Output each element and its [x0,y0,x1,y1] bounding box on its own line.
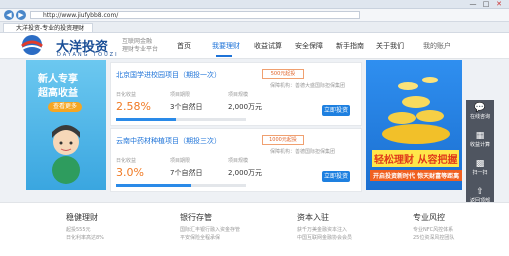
scale-label: 项目规模 [228,92,249,98]
feature-desc-line: 平安保险全程承保 [180,235,221,241]
progress-fill [116,184,191,187]
invest-now-button[interactable]: 立即投资 [322,105,350,116]
sidebar-label: 扫一扫 [472,170,488,176]
qr-code-icon: ▩ [475,159,485,169]
feature-desc-line: 中国互联网金融协会会员 [297,235,353,241]
feature-title: 资本入驻 [297,213,329,222]
term-value: 7个自然日 [170,169,203,177]
feature-title: 银行存管 [180,213,212,222]
min-invest-badge: 500元起投 [262,69,304,79]
feature-desc: 起投555元 日化利率高达8% [66,226,104,242]
logo-mark-icon [21,35,43,55]
scale-value: 2,000万元 [228,169,263,177]
feature-desc-line: 专业NFC风控体系 [413,227,454,233]
feature-desc-line: 日化利率高达8% [66,235,104,241]
scale-label: 项目规模 [228,158,249,164]
annual-rate: 3.0% [116,166,144,179]
back-icon[interactable]: ◀ [4,10,14,20]
term-label: 项目期限 [170,92,191,98]
calculator-icon: ▦ [475,131,485,141]
browser-title-bar [0,0,509,9]
slogan-line-1: 互联网金融 [122,38,153,45]
close-button[interactable]: ✕ [494,0,504,8]
term-value: 3个自然日 [170,103,203,111]
feature-desc: 专业NFC风控体系 25位资深风控团队 [413,226,454,242]
scale-value: 2,000万元 [228,103,263,111]
annual-rate: 2.58% [116,100,151,113]
browser-tab[interactable]: 大洋投资-专业的投资理财 [3,23,93,32]
rate-label: 日化收益 [116,92,137,98]
feature-title: 专业风控 [413,213,445,222]
feature-desc: 国际汇丰银行融入资金存管 平安保险全程承保 [180,226,240,242]
product-title[interactable]: 云南中药材种植项目（期投三次） [116,136,221,146]
nav-guide[interactable]: 新手指南 [336,41,364,51]
feature-title: 稳健理财 [66,213,98,222]
min-invest-badge: 1000元起投 [262,135,304,145]
promo-right-headline: 轻松理财 从容把握 [372,150,460,167]
guarantee-text: 保障机构：善德大盛国际担保集团 [270,83,346,89]
product-title[interactable]: 北京国学进校园项目（期投一次） [116,70,221,80]
arrow-up-icon: ⇧ [476,187,484,197]
slogan: 互联网金融 理财专业平台 [122,38,158,54]
feature-desc-line: 起投555元 [66,227,91,233]
brand-english: DAYANG TOUZI [57,52,119,58]
online-chat-button[interactable]: 💬 在线咨询 [466,103,494,120]
gold-coins-icon [382,77,450,144]
nav-about[interactable]: 关于我们 [376,41,404,51]
nav-security[interactable]: 安全保障 [295,41,323,51]
feature-desc-line: 获千万美金融资本注入 [297,227,348,233]
forward-icon[interactable]: ▶ [16,10,26,20]
qr-scan-button[interactable]: ▩ 扫一扫 [466,159,494,176]
term-label: 项目期限 [170,158,191,164]
invest-now-button[interactable]: 立即投资 [322,171,350,182]
nav-account[interactable]: 我的账户 [423,41,451,51]
chat-icon: 💬 [474,103,486,113]
promo-right-subline: 开启投资新时代 惊天财富等距离 [370,170,463,181]
slogan-line-2: 理财专业平台 [122,46,159,53]
minimize-button[interactable]: — [468,0,478,8]
guarantee-text: 保障机构：善德国际担保集团 [270,149,336,155]
promo-left-line2: 超高收益 [38,88,78,99]
sidebar-label: 收益计算 [469,142,490,148]
feature-desc-line: 25位资深风控团队 [413,235,455,241]
sidebar-label: 在线咨询 [469,114,490,120]
feature-desc: 获千万美金融资本注入 中国互联网金融协会会员 [297,226,352,242]
feature-desc-line: 国际汇丰银行融入资金存管 [180,227,241,233]
promo-more-button[interactable]: 查看更多 [48,102,82,112]
nav-invest[interactable]: 我要理财 [212,41,240,51]
mascot-icon [52,125,80,184]
maximize-button[interactable]: □ [481,0,491,8]
calculator-button[interactable]: ▦ 收益计算 [466,131,494,148]
rate-label: 日化收益 [116,158,137,164]
progress-fill [116,118,176,121]
url-field[interactable]: http://www.jiufybb8.com/ [30,11,360,19]
promo-left-line1: 新人专享 [38,74,78,85]
nav-home[interactable]: 首页 [177,41,191,51]
nav-active-underline [216,55,232,57]
nav-calculator[interactable]: 收益试算 [254,41,282,51]
